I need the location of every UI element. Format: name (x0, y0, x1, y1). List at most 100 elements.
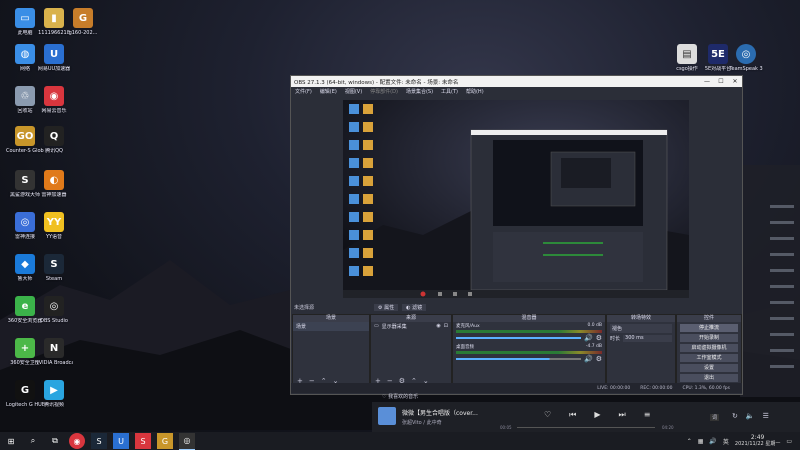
duration-input[interactable]: 300 ms (623, 335, 672, 342)
gear-icon[interactable]: ⚙ (596, 355, 602, 363)
desktop-icon-label: 网易UU加速器 (37, 66, 71, 72)
start-recording-button[interactable]: 开始录制 (680, 334, 738, 342)
time-current: 00:05 (500, 425, 512, 430)
ime-indicator[interactable]: 英 (723, 437, 729, 446)
no-source-label: 未选择源 (294, 305, 315, 311)
desktop-icon-label: 雷神加速器 (41, 192, 67, 198)
gear-icon[interactable]: ⚙ (596, 334, 602, 342)
desktop-icon-yy[interactable]: YY YY语音 (35, 212, 73, 240)
minimize-icon[interactable]: — (700, 78, 714, 85)
album-cover[interactable] (378, 407, 396, 425)
progress-bar[interactable] (517, 427, 655, 428)
previous-icon[interactable]: ⏮ (569, 410, 576, 420)
folder-icon: ▮ (44, 8, 64, 28)
exit-button[interactable]: 退出 (680, 374, 738, 382)
desktop-icon-steam[interactable]: S Steam (35, 254, 73, 282)
app-s-taskbar-icon[interactable]: S (135, 433, 151, 449)
music-list-marks (770, 205, 794, 368)
like-icon[interactable]: ♡ (544, 410, 551, 420)
maximize-icon[interactable]: ☐ (714, 78, 728, 85)
menu-tools[interactable]: 工具(T) (441, 88, 458, 95)
nvidia-icon: N (44, 338, 64, 358)
csgo-taskbar-icon[interactable]: G (157, 433, 173, 449)
obs-titlebar[interactable]: OBS 27.1.3 (64-bit, windows) - 配置文件: 未命名… (291, 76, 742, 87)
cpu-status: CPU: 1.3%, 60.00 fps (682, 385, 731, 391)
virtual-camera-button[interactable]: 启动虚拟摄像机 (680, 344, 738, 352)
play-icon[interactable]: ▶ (594, 410, 600, 420)
csgo-icon: G (73, 8, 93, 28)
speaker-icon[interactable]: 🔊 (584, 355, 593, 363)
chevron-up-icon[interactable]: ⌃ (687, 438, 692, 445)
desktop-icon-obs[interactable]: ◎ OBS Studio (35, 296, 73, 324)
obs-preview-canvas[interactable] (343, 100, 689, 298)
network-tray-icon[interactable]: ▦ (698, 438, 704, 445)
uu-taskbar-icon[interactable]: U (113, 433, 129, 449)
netease-music-taskbar-icon[interactable]: ◉ (69, 433, 85, 449)
menu-docks[interactable]: 停靠部件(D) (370, 88, 398, 95)
lock-icon[interactable]: ⊡ (444, 323, 448, 330)
visibility-icon[interactable]: ◉ (436, 323, 440, 330)
desktop-level-meter (456, 351, 602, 354)
studio-mode-button[interactable]: 工作室模式 (680, 354, 738, 362)
sources-dock-title: 来源 (371, 315, 451, 322)
settings-button[interactable]: 设置 (680, 364, 738, 372)
clock[interactable]: 2:49 2021/11/22 星期一 (735, 434, 780, 448)
desktop-icon-nvidia[interactable]: N NVIDIA Broadcast (35, 338, 73, 366)
scene-item[interactable]: 场景 (293, 322, 369, 331)
desktop-icon-qq[interactable]: Q 腾讯QQ (35, 126, 73, 154)
transitions-dock: 转场特效 褪色 时长 300 ms (606, 314, 676, 386)
volume-icon[interactable]: 🔈 (746, 412, 755, 420)
document-icon: ▤ (677, 44, 697, 64)
leishen-link-icon: ◎ (15, 212, 35, 232)
time-total: 04:20 (662, 425, 674, 430)
next-icon[interactable]: ⏭ (619, 410, 626, 420)
desktop-icon-tencent-video[interactable]: ▶ 腾讯视频 (35, 380, 73, 408)
netease-music-icon: ◉ (44, 86, 64, 106)
loop-icon[interactable]: ↻ (732, 412, 738, 420)
menu-edit[interactable]: 编辑(E) (320, 88, 337, 95)
preview-recursive-capture (343, 100, 689, 298)
transition-select[interactable]: 褪色 (610, 324, 672, 333)
360-guard-icon: + (15, 338, 35, 358)
menu-help[interactable]: 帮助(H) (466, 88, 484, 95)
rec-status: REC: 00:00:00 (640, 385, 673, 391)
desktop-icon-label: 腾讯QQ (45, 148, 63, 154)
source-item[interactable]: ▭ 显示器采集 ◉ ⊡ (371, 322, 451, 331)
desktop-icon-netease-music[interactable]: ◉ 网易云音乐 (35, 86, 73, 114)
mic-volume-slider[interactable] (456, 337, 581, 339)
close-icon[interactable]: ✕ (728, 78, 742, 85)
windows-start-icon[interactable]: ⊞ (3, 433, 19, 449)
desktop-icon-label: Steam (45, 276, 63, 282)
teamspeak-icon: ◎ (736, 44, 756, 64)
desktop-volume-slider[interactable] (456, 358, 581, 360)
playlist-hint[interactable]: ♡ 我喜欢的音乐 (382, 393, 418, 400)
volume-tray-icon[interactable]: 🔊 (709, 438, 716, 445)
obs-taskbar-icon[interactable]: ◎ (179, 432, 195, 450)
stop-streaming-button[interactable]: 停止推流 (680, 324, 738, 332)
filters-button[interactable]: ◐ 滤镜 (402, 304, 427, 311)
obs-window[interactable]: OBS 27.1.3 (64-bit, windows) - 配置文件: 未命名… (290, 75, 743, 395)
queue-icon[interactable]: ☰ (763, 412, 769, 420)
uu-icon: U (44, 44, 64, 64)
desktop-icon-teamspeak[interactable]: ◎ TeamSpeak 3 (727, 44, 765, 72)
task-view-icon[interactable]: ⧉ (47, 433, 63, 449)
desktop-icon-uu[interactable]: U 网易UU加速器 (35, 44, 73, 72)
desktop-icon-label: 腾讯视频 (43, 402, 64, 408)
lyrics-button[interactable]: 词 (710, 414, 720, 421)
speaker-icon[interactable]: 🔊 (584, 334, 593, 342)
obs-icon: ◎ (44, 296, 64, 316)
playlist-icon[interactable]: ≡ (644, 410, 651, 420)
menu-scene-collection[interactable]: 场景集合(S) (406, 88, 433, 95)
steam-taskbar-icon[interactable]: S (91, 433, 107, 449)
network-icon: ◍ (15, 44, 35, 64)
scenes-dock-title: 场景 (293, 315, 369, 322)
desktop-icon-csgo[interactable]: Gg160-202... (64, 8, 102, 36)
properties-button[interactable]: ⚙ 属性 (374, 304, 399, 311)
menu-view[interactable]: 视图(V) (345, 88, 362, 95)
search-icon[interactable]: ⌕ (25, 433, 41, 449)
menu-file[interactable]: 文件(F) (295, 88, 312, 95)
desktop-icon-leishen[interactable]: ◐ 雷神加速器 (35, 170, 73, 198)
ludashi-icon: ◆ (15, 254, 35, 274)
notification-icon[interactable]: ▭ (786, 438, 792, 445)
mixer-track-desktop: 桌面音频 -4.7 dB 🔊 ⚙ (456, 344, 602, 363)
